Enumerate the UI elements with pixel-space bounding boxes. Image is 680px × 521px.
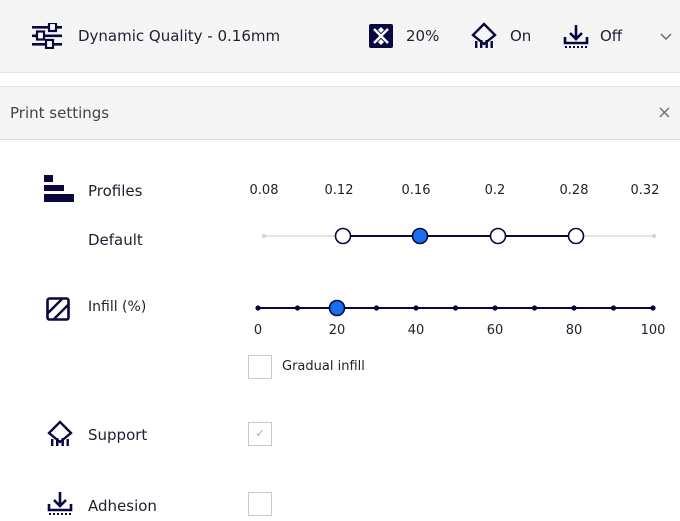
infill-tick: 80 xyxy=(565,323,583,338)
profile-slider-stop xyxy=(652,234,656,238)
infill-slider-handle[interactable] xyxy=(328,299,346,317)
profile-slider-stop xyxy=(262,234,266,238)
panel-title: Print settings xyxy=(10,104,110,122)
checkmark-icon: ✓ xyxy=(255,427,265,440)
infill-slider-step xyxy=(571,305,577,311)
gradual-infill-checkbox[interactable] xyxy=(248,355,272,379)
infill-slider-step xyxy=(492,305,498,311)
print-settings-header: Print settings × xyxy=(0,86,680,140)
sliders-icon xyxy=(32,23,68,49)
support-checkbox[interactable]: ✓ xyxy=(248,422,272,446)
infill-value: 20% xyxy=(406,27,440,45)
infill-tick: 40 xyxy=(407,323,425,338)
adhesion-value: Off xyxy=(600,27,623,45)
adhesion-checkbox[interactable] xyxy=(248,492,272,516)
adhesion-label: Adhesion xyxy=(88,497,157,515)
infill-slider-step xyxy=(531,305,538,311)
infill-slider[interactable] xyxy=(250,294,666,322)
infill-tick: 0 xyxy=(253,323,263,338)
infill-slider-step xyxy=(610,305,617,311)
infill-tick: 20 xyxy=(328,323,346,338)
profile-tick: 0.32 xyxy=(630,183,660,198)
print-setup-toolbar[interactable]: Dynamic Quality - 0.16mm 20% On Off xyxy=(0,0,680,73)
adhesion-summary[interactable]: Off xyxy=(562,0,622,72)
profiles-icon xyxy=(44,175,74,207)
profile-tick: 0.28 xyxy=(559,183,589,198)
infill-slider-step xyxy=(452,305,459,311)
infill-slider-step xyxy=(255,305,261,311)
infill-summary[interactable]: 20% xyxy=(368,0,439,72)
profile-tick: 0.12 xyxy=(324,183,354,198)
support-summary[interactable]: On xyxy=(470,0,531,72)
toolbar-expand[interactable] xyxy=(660,0,672,72)
infill-tick: 100 xyxy=(640,323,666,338)
profiles-label: Profiles xyxy=(88,182,143,200)
profiles-sublabel: Default xyxy=(88,231,143,249)
infill-tick: 60 xyxy=(486,323,504,338)
infill-slider-step xyxy=(413,305,419,311)
adhesion-icon xyxy=(562,22,590,50)
close-icon[interactable]: × xyxy=(657,87,672,139)
chevron-down-icon xyxy=(660,31,672,41)
infill-icon xyxy=(46,297,70,325)
infill-slider-step xyxy=(373,305,380,311)
profile-slider[interactable] xyxy=(250,222,670,250)
support-icon xyxy=(46,420,74,452)
infill-slider-step xyxy=(650,305,656,311)
support-value: On xyxy=(510,27,532,45)
profile-tick: 0.08 xyxy=(249,183,279,198)
infill-label: Infill (%) xyxy=(88,299,147,315)
gradual-infill-label: Gradual infill xyxy=(282,359,365,374)
profile-option-0.12[interactable] xyxy=(334,227,352,245)
profile-tick: 0.16 xyxy=(401,183,431,198)
profile-option-0.2[interactable] xyxy=(489,227,507,245)
infill-icon xyxy=(368,23,394,49)
profile-option-0.28[interactable] xyxy=(567,227,585,245)
profile-selector[interactable]: Dynamic Quality - 0.16mm xyxy=(32,0,280,72)
profile-option-0.16-selected[interactable] xyxy=(411,227,429,245)
profile-tick: 0.2 xyxy=(484,183,506,198)
support-icon xyxy=(470,22,498,50)
profile-label: Dynamic Quality - 0.16mm xyxy=(78,27,281,45)
support-label: Support xyxy=(88,426,148,444)
infill-slider-step xyxy=(294,305,301,311)
